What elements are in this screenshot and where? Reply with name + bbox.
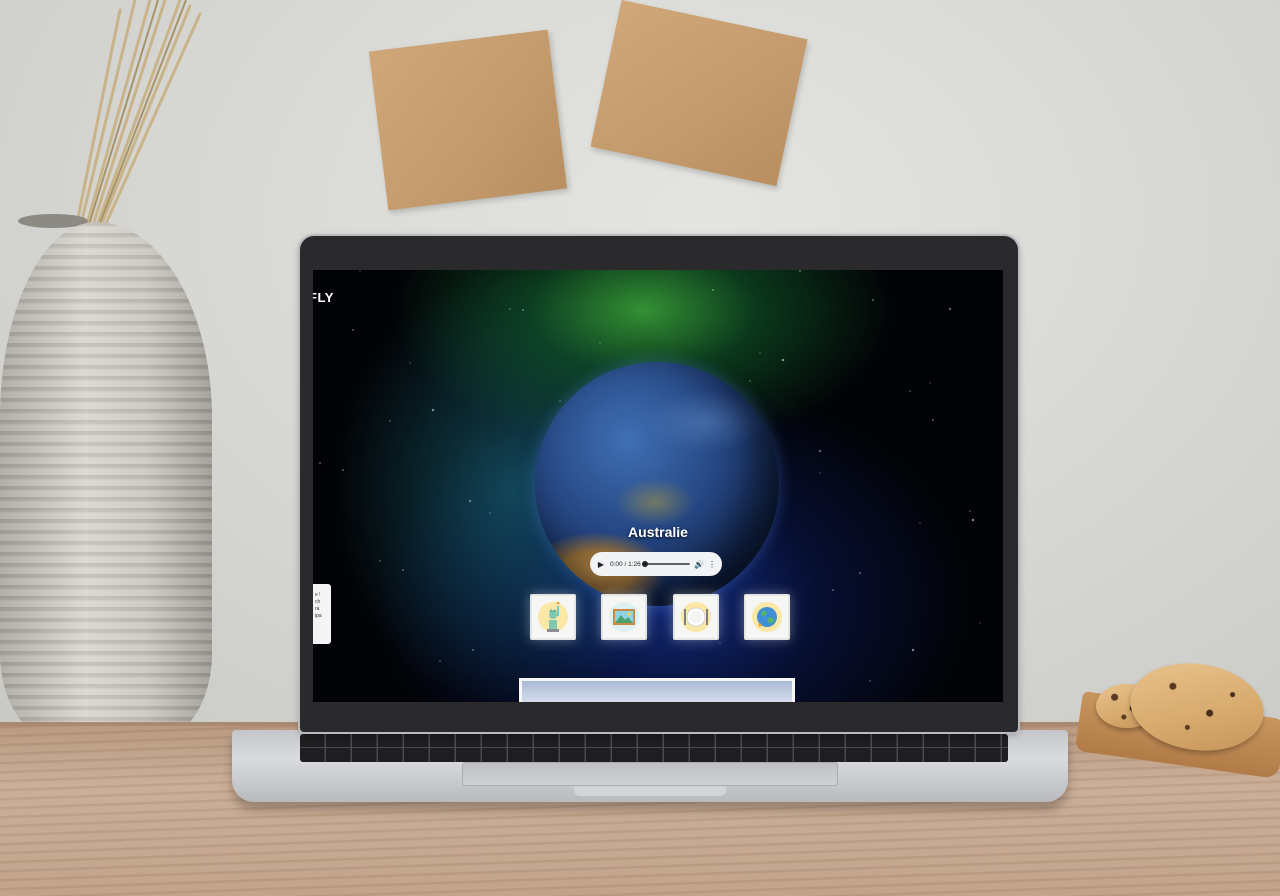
category-button-landscapes[interactable] xyxy=(601,594,648,640)
laptop-opening-notch xyxy=(574,786,726,796)
category-button-food[interactable] xyxy=(672,594,719,640)
category-button-world[interactable] xyxy=(743,594,790,640)
audio-progress-track[interactable] xyxy=(641,561,691,567)
plate-cutlery-icon xyxy=(680,602,711,632)
side-tab-line: ra xyxy=(315,606,320,612)
laptop-trackpad xyxy=(462,762,838,786)
laptop-screen: FLY e ! ch ra ipa Australie ▶ 0:00 / 1:2… xyxy=(313,270,1003,702)
statue-of-liberty-icon xyxy=(538,601,568,632)
audio-player[interactable]: ▶ 0:00 / 1:26 🔊 ⋮ xyxy=(590,552,722,576)
volume-icon[interactable]: 🔊 xyxy=(694,560,704,569)
landscape-picture-icon xyxy=(609,602,640,632)
sticky-note-left xyxy=(368,29,568,211)
more-options-icon[interactable]: ⋮ xyxy=(708,560,716,569)
audio-progress-thumb[interactable] xyxy=(641,561,648,567)
laptop-keyboard xyxy=(300,734,1008,762)
side-tab-line: ipa xyxy=(315,613,322,619)
globe-icon xyxy=(751,602,782,632)
dried-reeds xyxy=(74,0,202,230)
content-image-panel xyxy=(519,678,795,702)
category-buttons xyxy=(530,594,790,644)
country-title: Australie xyxy=(628,524,688,540)
audio-time: 0:00 / 1:26 xyxy=(610,560,641,568)
category-button-monuments[interactable] xyxy=(530,594,576,640)
side-tab-line: ch xyxy=(315,599,321,605)
play-icon[interactable]: ▶ xyxy=(596,559,606,569)
side-panel-tab[interactable]: e ! ch ra ipa xyxy=(313,584,331,644)
side-tab-line: e ! xyxy=(315,592,321,598)
brand-text: FLY xyxy=(313,290,334,305)
brand-logo[interactable]: FLY xyxy=(313,290,334,305)
ceramic-vase xyxy=(0,222,212,742)
